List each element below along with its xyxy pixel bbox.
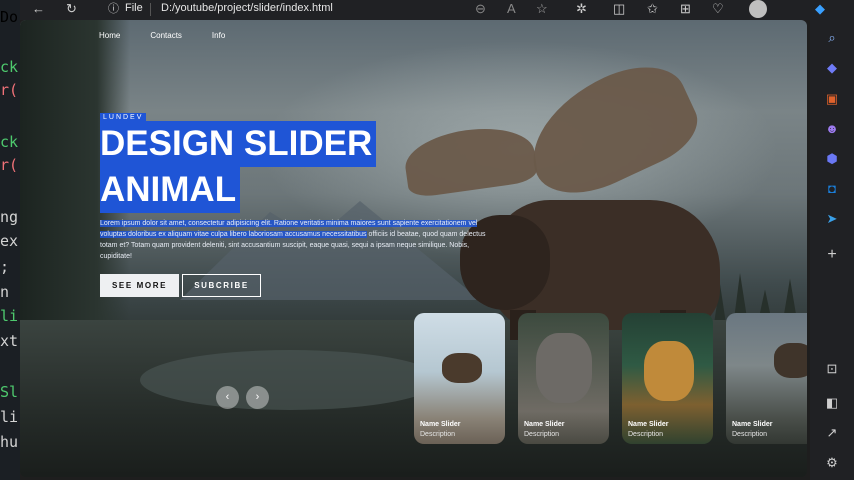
code-line: xt xyxy=(0,332,19,350)
nav-home-link[interactable]: Home xyxy=(99,31,120,40)
hero-title: DESIGN SLIDER ANIMAL xyxy=(100,121,377,213)
extensions-icon[interactable]: ✲ xyxy=(576,1,587,17)
hero-title-line: ANIMAL xyxy=(100,167,241,213)
browser-toolbar: ← ↻ ⓘ File D:/youtube/project/slider/ind… xyxy=(20,0,854,20)
screenshot-icon[interactable]: ⊡ xyxy=(822,360,842,378)
tag-icon[interactable]: ◆ xyxy=(822,59,842,77)
hero-description: Lorem ipsum dolor sit amet, consectetur … xyxy=(100,218,500,262)
code-line: r( xyxy=(0,81,19,99)
thumbnail-card[interactable]: Name Slider Description xyxy=(622,313,713,444)
thumbnail-description: Description xyxy=(628,431,664,438)
nav-info-link[interactable]: Info xyxy=(212,31,225,40)
page-viewport: Home Contacts Info LUNDEV DESIGN SLIDER … xyxy=(20,20,807,477)
copilot-icon[interactable]: ◆ xyxy=(815,1,825,17)
back-icon[interactable]: ← xyxy=(32,1,45,17)
send-icon[interactable]: ➤ xyxy=(822,210,842,228)
code-line: Do xyxy=(0,8,19,26)
elephant-thumbnail-image xyxy=(536,333,592,403)
sidebar-toggle-icon[interactable]: ◧ xyxy=(822,394,842,412)
thumbnail-description: Description xyxy=(732,431,768,438)
external-link-icon[interactable]: ↗ xyxy=(822,424,842,442)
nav-contacts-link[interactable]: Contacts xyxy=(150,31,182,40)
settings-icon[interactable]: ⚙ xyxy=(822,454,842,472)
thumbnail-description: Description xyxy=(420,431,456,438)
code-line: hu xyxy=(0,433,19,451)
next-arrow-button[interactable]: › xyxy=(246,386,269,409)
split-screen-icon[interactable]: ◫ xyxy=(613,1,625,17)
divider xyxy=(150,3,151,16)
code-line: Sl xyxy=(0,383,19,401)
code-line: ck xyxy=(0,58,19,76)
code-line: ck xyxy=(0,133,19,151)
favorites-icon[interactable]: ✩ xyxy=(647,1,658,17)
thumbnail-card[interactable]: Name Slider Description xyxy=(414,313,505,444)
thumbnail-name: Name Slider xyxy=(732,421,773,428)
refresh-icon[interactable]: ↻ xyxy=(66,1,77,17)
profile-avatar[interactable] xyxy=(749,0,767,18)
subscribe-button[interactable]: SUBCRIBE xyxy=(182,274,261,297)
thumbnail-name: Name Slider xyxy=(420,421,461,428)
address-bar[interactable]: D:/youtube/project/slider/index.html xyxy=(161,2,333,14)
code-line: n xyxy=(0,283,10,301)
read-aloud-icon[interactable]: A xyxy=(507,1,516,17)
moose-thumbnail-image xyxy=(442,353,482,383)
outlook-icon[interactable]: ◘ xyxy=(822,180,842,198)
code-editor-strip: Do ck r( ck r( ng ex ; n li xt Sl li hu xyxy=(0,0,20,480)
browser-essentials-icon[interactable]: ♡ xyxy=(712,1,724,17)
info-icon[interactable]: ⓘ xyxy=(108,1,119,17)
thumbnail-name: Name Slider xyxy=(524,421,565,428)
moose-thumbnail-image xyxy=(774,343,807,378)
copilot-icon[interactable]: ⬢ xyxy=(822,150,842,168)
briefcase-icon[interactable]: ▣ xyxy=(822,90,842,108)
search-icon[interactable]: ⌕ xyxy=(822,29,842,47)
code-line: ex xyxy=(0,232,19,250)
thumbnail-card[interactable]: Name Slider Description xyxy=(518,313,609,444)
hero-title-line: DESIGN SLIDER xyxy=(100,121,377,167)
thumbnail-description: Description xyxy=(524,431,560,438)
star-icon[interactable]: ☆ xyxy=(536,1,548,17)
collections-icon[interactable]: ⊞ xyxy=(680,1,691,17)
top-nav: Home Contacts Info xyxy=(99,31,225,40)
thumbnail-name: Name Slider xyxy=(628,421,669,428)
code-line: r( xyxy=(0,156,19,174)
edge-sidebar: ⌕ ◆ ▣ ☻ ⬢ ◘ ➤ + ⊡ ◧ ↗ ⚙ xyxy=(810,20,854,480)
code-line: li xyxy=(0,307,19,325)
prev-arrow-button[interactable]: ‹ xyxy=(216,386,239,409)
code-line: ; xyxy=(0,258,10,276)
file-label: File xyxy=(125,2,143,14)
see-more-button[interactable]: SEE MORE xyxy=(100,274,179,297)
people-icon[interactable]: ☻ xyxy=(822,120,842,138)
plus-icon[interactable]: + xyxy=(822,246,842,264)
background-lake xyxy=(140,350,440,410)
code-line: ng xyxy=(0,208,19,226)
leopard-thumbnail-image xyxy=(644,341,694,401)
thumbnail-card[interactable]: Name Slider Description xyxy=(726,313,807,444)
code-line: li xyxy=(0,408,19,426)
zoom-out-icon[interactable]: ⊖ xyxy=(475,1,486,17)
